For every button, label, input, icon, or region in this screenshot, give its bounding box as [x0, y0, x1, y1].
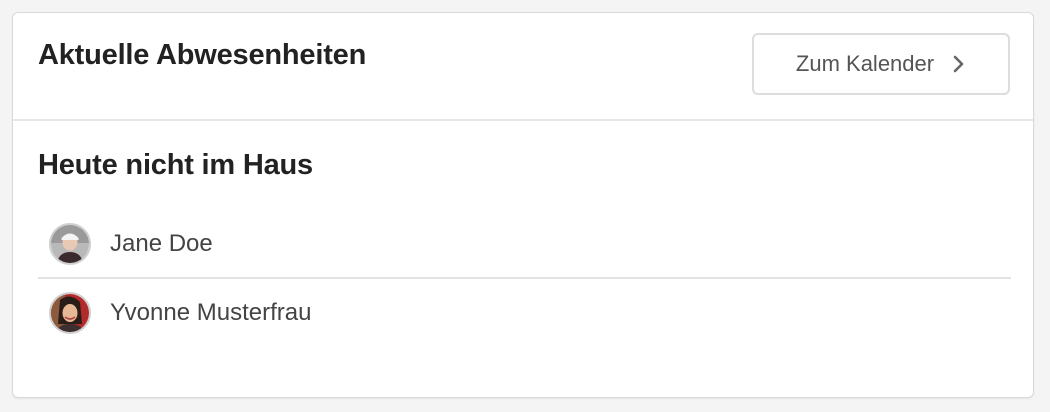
to-calendar-button-label: Zum Kalender: [795, 51, 935, 76]
chevron-right-icon: [952, 54, 966, 74]
to-calendar-button[interactable]: Zum Kalender: [752, 33, 1010, 95]
list-item-yvonne-musterfrau[interactable]: Yvonne Musterfrau: [38, 279, 1011, 347]
avatar-yvonne-musterfrau: [49, 292, 91, 334]
card-header: Aktuelle Abwesenheiten Zum Kalender: [13, 13, 1033, 121]
person-name: Yvonne Musterfrau: [110, 299, 312, 326]
absences-card: Aktuelle Abwesenheiten Zum Kalender Heut…: [12, 12, 1034, 398]
absent-people-list: Jane Doe Yvonne Musterfrau: [38, 211, 1011, 347]
section-title: Heute nicht im Haus: [38, 149, 313, 181]
avatar-jane-doe: [49, 223, 91, 265]
list-item-jane-doe[interactable]: Jane Doe: [38, 211, 1011, 279]
card-title: Aktuelle Abwesenheiten: [38, 39, 367, 71]
person-name: Jane Doe: [110, 230, 213, 257]
